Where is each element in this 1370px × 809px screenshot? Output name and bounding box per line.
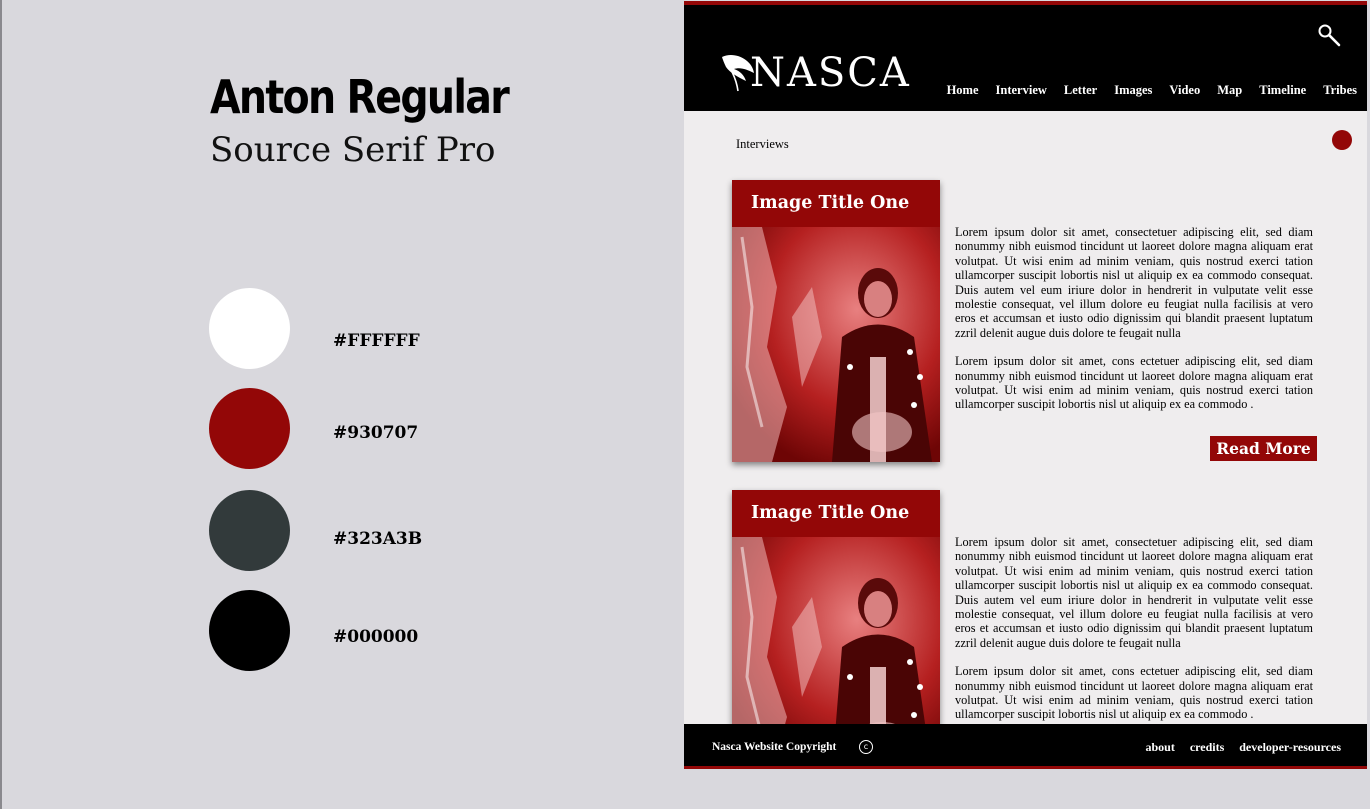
status-dot	[1332, 130, 1352, 150]
portrait-image	[732, 227, 940, 462]
body-font-sample: Source Serif Pro	[210, 130, 496, 170]
site-footer: Nasca Website Copyright c about credits …	[684, 724, 1367, 769]
swatch-label-gray: #323A3B	[333, 529, 423, 549]
article-paragraph: Lorem ipsum dolor sit amet, consectetuer…	[955, 225, 1313, 340]
swatch-white	[209, 288, 290, 369]
search-icon[interactable]	[1317, 23, 1341, 47]
copyright-text: Nasca Website Copyright	[712, 741, 837, 753]
card-title: Image Title One	[751, 503, 910, 523]
article-paragraph: Lorem ipsum dolor sit amet, consectetuer…	[955, 535, 1313, 650]
swatch-label-black: #000000	[333, 627, 419, 647]
nav-interview[interactable]: Interview	[996, 83, 1047, 98]
copyright-icon: c	[859, 740, 873, 754]
nav-timeline[interactable]: Timeline	[1259, 83, 1306, 98]
website-mockup: NASCA Home Interview Letter Images Video…	[684, 1, 1367, 769]
article-card[interactable]: Image Title One	[732, 180, 940, 462]
display-font-sample: Anton Regular	[210, 70, 510, 124]
article-body: Lorem ipsum dolor sit amet, consectetuer…	[955, 225, 1313, 426]
swatch-red	[209, 388, 290, 469]
nav-letter[interactable]: Letter	[1064, 83, 1097, 98]
main-nav: Home Interview Letter Images Video Map T…	[930, 83, 1357, 98]
nav-home[interactable]: Home	[947, 83, 979, 98]
footer-link-developer-resources[interactable]: developer-resources	[1239, 740, 1341, 755]
footer-links: about credits developer-resources	[1130, 740, 1341, 755]
article-paragraph: Lorem ipsum dolor sit amet, cons ectetue…	[955, 664, 1313, 722]
read-more-button[interactable]: Read More	[1210, 436, 1317, 461]
logo-text: NASCA	[750, 50, 911, 96]
breadcrumb[interactable]: Interviews	[736, 137, 789, 152]
card-title: Image Title One	[751, 193, 910, 213]
swatch-label-red: #930707	[333, 423, 419, 443]
style-guide-panel: Anton Regular Source Serif Pro #FFFFFF #…	[0, 0, 684, 809]
nav-video[interactable]: Video	[1169, 83, 1200, 98]
swatch-label-white: #FFFFFF	[333, 331, 420, 351]
article-paragraph: Lorem ipsum dolor sit amet, cons ectetue…	[955, 354, 1313, 412]
swatch-black	[209, 590, 290, 671]
article-body: Lorem ipsum dolor sit amet, consectetuer…	[955, 535, 1313, 736]
swatch-gray	[209, 490, 290, 571]
footer-link-credits[interactable]: credits	[1190, 740, 1224, 755]
footer-link-about[interactable]: about	[1145, 740, 1174, 755]
nav-tribes[interactable]: Tribes	[1323, 83, 1357, 98]
nav-map[interactable]: Map	[1217, 83, 1242, 98]
site-logo[interactable]: NASCA	[720, 53, 911, 93]
site-header: NASCA Home Interview Letter Images Video…	[684, 1, 1367, 111]
nav-images[interactable]: Images	[1114, 83, 1152, 98]
